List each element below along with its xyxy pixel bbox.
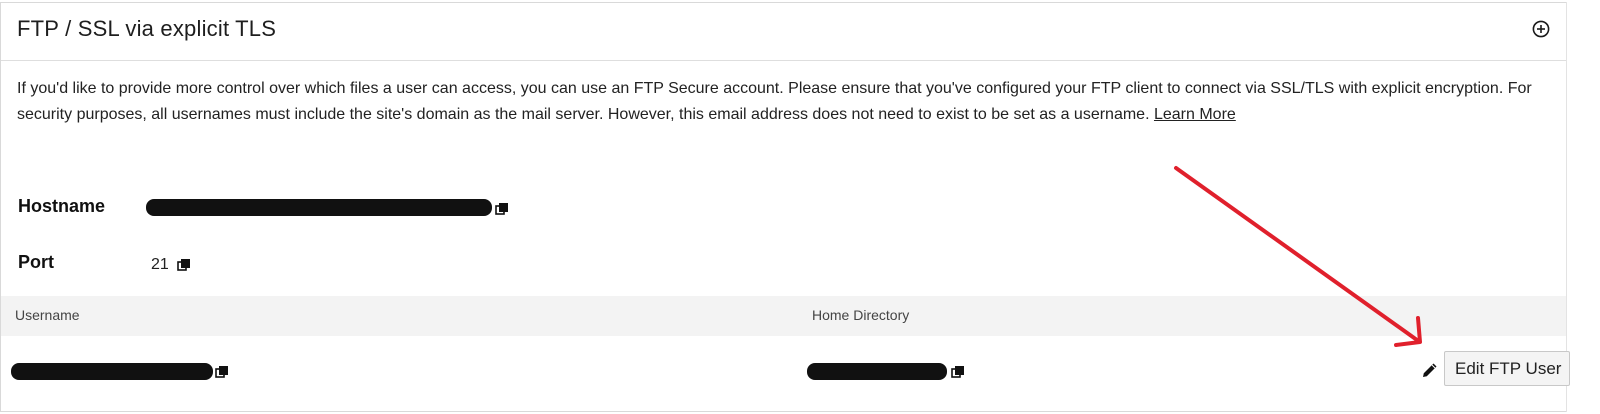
port-label: Port bbox=[18, 252, 54, 272]
copy-icon[interactable] bbox=[215, 365, 229, 379]
copy-icon[interactable] bbox=[951, 365, 965, 379]
hostname-value-redacted bbox=[146, 199, 492, 216]
column-header-username: Username bbox=[15, 307, 80, 323]
panel-header: FTP / SSL via explicit TLS bbox=[1, 3, 1567, 61]
ftp-ssl-panel: FTP / SSL via explicit TLS If you'd like… bbox=[0, 2, 1567, 412]
pencil-icon[interactable] bbox=[1421, 361, 1439, 379]
table-header-row: Username Home Directory bbox=[1, 296, 1567, 336]
learn-more-link[interactable]: Learn More bbox=[1154, 106, 1236, 123]
username-value-redacted bbox=[11, 363, 213, 380]
copy-icon[interactable] bbox=[177, 258, 191, 272]
plus-circle-icon[interactable] bbox=[1532, 20, 1550, 38]
home-directory-value-redacted bbox=[807, 363, 947, 380]
description-text: If you'd like to provide more control ov… bbox=[17, 80, 1532, 123]
panel-description: If you'd like to provide more control ov… bbox=[17, 76, 1532, 127]
panel-title: FTP / SSL via explicit TLS bbox=[17, 16, 277, 41]
copy-icon[interactable] bbox=[495, 202, 509, 216]
scrollbar-track[interactable] bbox=[1566, 2, 1600, 412]
hostname-label: Hostname bbox=[18, 196, 106, 216]
port-value: 21 bbox=[151, 256, 169, 273]
column-header-home-directory: Home Directory bbox=[812, 307, 910, 323]
edit-ftp-user-tooltip[interactable]: Edit FTP User bbox=[1444, 351, 1570, 386]
